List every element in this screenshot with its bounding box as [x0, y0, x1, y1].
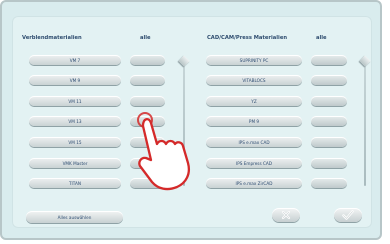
left-panel-all-label: alle	[140, 35, 151, 41]
material-button[interactable]: IPS e.max CAD	[206, 137, 302, 147]
material-button[interactable]: VM 7	[29, 55, 121, 65]
material-toggle[interactable]	[311, 55, 347, 65]
material-button[interactable]: PM 9	[206, 116, 302, 126]
material-toggle[interactable]	[311, 178, 347, 188]
left-panel-title: Verblendmaterialien	[22, 35, 82, 41]
material-toggle[interactable]	[311, 116, 347, 126]
close-icon	[281, 210, 291, 220]
check-icon	[342, 210, 354, 220]
material-toggle[interactable]	[311, 96, 347, 106]
material-button[interactable]: VM 11	[29, 96, 121, 106]
material-button[interactable]: VM 13	[29, 116, 121, 126]
select-all-button[interactable]: Alles auswählen	[26, 211, 123, 223]
material-toggle[interactable]	[311, 75, 347, 85]
material-button[interactable]: YZ	[206, 96, 302, 106]
material-button[interactable]: VMK Master	[29, 158, 121, 168]
material-button[interactable]: IPS e.max ZirCAD	[206, 178, 302, 188]
material-button[interactable]: VITABLOCS	[206, 75, 302, 85]
right-scrollbar-track[interactable]	[364, 60, 366, 186]
right-panel-all-label: alle	[316, 35, 327, 41]
right-panel-title: CAD/CAM/Press Materialien	[207, 35, 288, 41]
cancel-button[interactable]	[272, 208, 300, 222]
material-toggle[interactable]	[130, 96, 165, 106]
pointing-hand-icon	[137, 112, 190, 191]
material-button[interactable]: IPS Empress CAD	[206, 158, 302, 168]
material-toggle[interactable]	[311, 158, 347, 168]
material-button[interactable]: VM 9	[29, 75, 121, 85]
material-toggle[interactable]	[311, 137, 347, 147]
confirm-button[interactable]	[334, 208, 362, 222]
material-button[interactable]: TITAN	[29, 178, 121, 188]
material-toggle[interactable]	[130, 75, 165, 85]
material-button[interactable]: VM 15	[29, 137, 121, 147]
material-toggle[interactable]	[130, 55, 165, 65]
material-button[interactable]: SUPRINITY PC	[206, 55, 302, 65]
